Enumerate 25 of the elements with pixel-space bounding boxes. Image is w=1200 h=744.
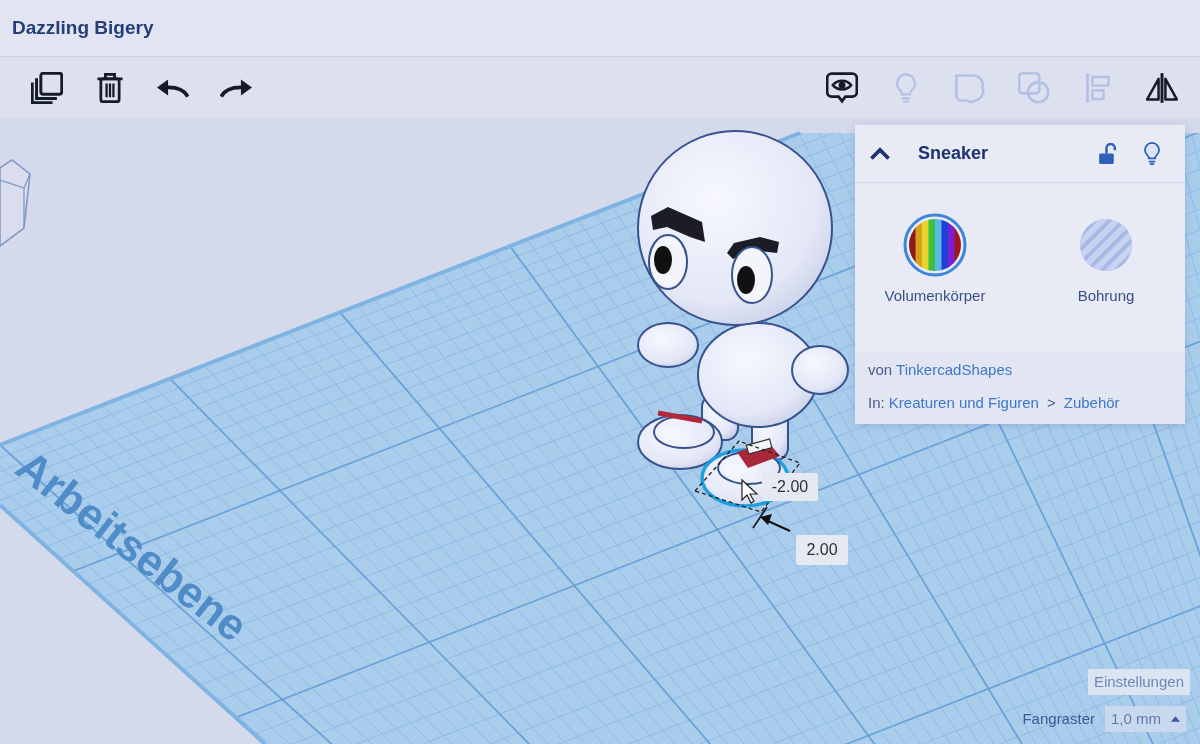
lightbulb-icon	[1143, 141, 1161, 166]
author-line: von TinkercadShapes	[868, 361, 1014, 379]
dimension-field[interactable]: -2.00	[762, 473, 818, 501]
hole-option[interactable]: Bohrung	[1031, 213, 1181, 351]
copy-icon	[31, 71, 63, 104]
snap-grid-label: Fangraster	[1022, 708, 1095, 729]
trash-icon	[94, 71, 126, 104]
project-title: Dazzling Bigery	[12, 15, 154, 40]
cursor-icon	[741, 478, 759, 504]
solid-option[interactable]: Volumenkörper	[860, 213, 1010, 351]
snap-grid-dropdown[interactable]: 1,0 mm	[1105, 705, 1186, 732]
square-circle-icon	[1018, 71, 1050, 104]
mirror-icon	[1146, 71, 1178, 104]
category-link[interactable]: Zubehör	[1063, 394, 1120, 411]
category-path: In: Kreaturen und Figuren > Zubehör	[868, 394, 1121, 412]
dimension-field[interactable]: 2.00	[796, 535, 848, 565]
dimension-arrow	[752, 506, 791, 532]
shape-outline-icon	[954, 71, 986, 104]
settings-button[interactable]: Einstellungen	[1087, 668, 1190, 695]
caret-up-icon	[1171, 715, 1180, 722]
shape-name: Sneaker	[918, 142, 989, 165]
figure-drawing[interactable]	[637, 130, 849, 470]
category-link[interactable]: Kreaturen und Figuren	[888, 394, 1039, 411]
speech-bubble-eye-icon	[826, 71, 858, 104]
author-link[interactable]: TinkercadShapes	[896, 361, 1013, 378]
